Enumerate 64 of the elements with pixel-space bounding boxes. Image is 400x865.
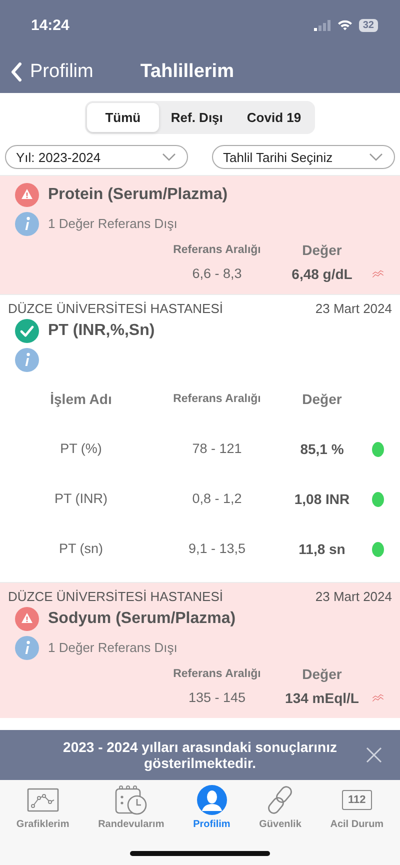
screen-title: Tahlillerim xyxy=(140,60,234,82)
back-button[interactable]: Profilim xyxy=(10,60,94,82)
out-of-range-note: 1 Değer Referans Dışı xyxy=(48,216,178,231)
emergency-number-icon: 112 xyxy=(342,790,372,810)
battery-level: 32 xyxy=(358,18,378,32)
reference-range: 78 - 121 xyxy=(191,440,243,458)
check-icon xyxy=(15,318,39,342)
chevron-down-icon xyxy=(162,153,176,161)
status-time: 14:24 xyxy=(31,16,70,34)
out-of-range-note: 1 Değer Referans Dışı xyxy=(48,640,178,655)
test-date: 23 Mart 2024 xyxy=(315,589,392,604)
reference-range: 135 - 145 xyxy=(187,689,247,707)
column-header: Değer xyxy=(301,390,343,409)
test-item-name: PT (%) xyxy=(59,440,103,458)
test-name: Protein (Serum/Plazma) xyxy=(48,186,228,204)
filter-tab[interactable]: Ref. Dışı xyxy=(158,103,235,132)
tab-bar-item[interactable]: Grafiklerim xyxy=(16,780,70,836)
column-header: Değer xyxy=(301,665,343,684)
back-chevron-icon xyxy=(10,62,22,82)
wifi-icon xyxy=(336,19,353,31)
tab-bar-item[interactable]: 112 Acil Durum xyxy=(330,780,384,836)
dropdown-field[interactable]: Yıl: 2023-2024 xyxy=(5,145,188,169)
result-card[interactable]: DÜZCE ÜNİVERSİTESİ HASTANESİ 23 Mart 2024 Sodyum (Serum/Plazma) 1 Değer Referans Dışı Referans Aralığı Değer 135 - 145 134 mEql/L xyxy=(0,582,400,718)
calendar-clock-icon xyxy=(114,785,148,815)
result-value: 1,08 INR xyxy=(293,490,351,509)
column-header: İşlem Adı xyxy=(49,390,113,409)
test-item-name: PT (INR) xyxy=(54,490,108,508)
signal-icon xyxy=(314,20,331,30)
profile-icon xyxy=(196,785,227,815)
column-header: Referans Aralığı xyxy=(172,243,262,258)
filter-tab[interactable]: Covid 19 xyxy=(234,103,314,132)
tab-bar-item[interactable]: Randevularım xyxy=(98,780,164,836)
warning-icon xyxy=(15,606,39,630)
chart-icon xyxy=(26,788,59,812)
column-header: Değer xyxy=(301,241,343,260)
column-header: Referans Aralığı xyxy=(172,392,262,407)
test-name: Sodyum (Serum/Plazma) xyxy=(48,610,236,628)
trend-icon[interactable] xyxy=(372,268,384,280)
result-value: 6,48 g/dL xyxy=(290,265,354,284)
warning-icon xyxy=(15,182,39,206)
result-value: 134 mEql/L xyxy=(284,689,360,708)
banner-message: 2023 - 2024 yılları arasındaki sonuçlarınız gösterilmektedir. xyxy=(62,739,338,771)
info-icon xyxy=(15,636,39,660)
info-icon xyxy=(15,212,39,236)
close-icon[interactable] xyxy=(366,747,382,763)
filter-tab[interactable]: Tümü xyxy=(86,103,159,132)
chevron-down-icon xyxy=(369,153,383,161)
test-item-name: PT (sn) xyxy=(58,540,104,558)
result-value: 11,8 sn xyxy=(298,540,346,559)
result-value: 85,1 % xyxy=(299,440,345,459)
trend-icon[interactable] xyxy=(372,692,384,704)
result-card[interactable]: Protein (Serum/Plazma) 1 Değer Referans Dışı Referans Aralığı Değer 6,6 - 8,3 6,48 g/dL xyxy=(0,175,400,294)
dropdown-field[interactable]: Tahlil Tarihi Seçiniz xyxy=(212,145,395,169)
reference-range: 0,8 - 1,2 xyxy=(191,490,243,508)
test-name: PT (INR,%,Sn) xyxy=(48,322,155,340)
reference-range: 9,1 - 13,5 xyxy=(187,540,247,558)
tab-bar-item[interactable]: Güvenlik xyxy=(259,780,302,836)
test-date: 23 Mart 2024 xyxy=(315,301,392,316)
reference-range: 6,6 - 8,3 xyxy=(191,265,243,283)
hospital-name: DÜZCE ÜNİVERSİTESİ HASTANESİ xyxy=(8,589,224,604)
column-header: Referans Aralığı xyxy=(172,667,262,682)
hospital-name: DÜZCE ÜNİVERSİTESİ HASTANESİ xyxy=(8,301,224,316)
tab-bar-item[interactable]: Profilim xyxy=(193,780,230,836)
info-icon xyxy=(15,348,39,372)
